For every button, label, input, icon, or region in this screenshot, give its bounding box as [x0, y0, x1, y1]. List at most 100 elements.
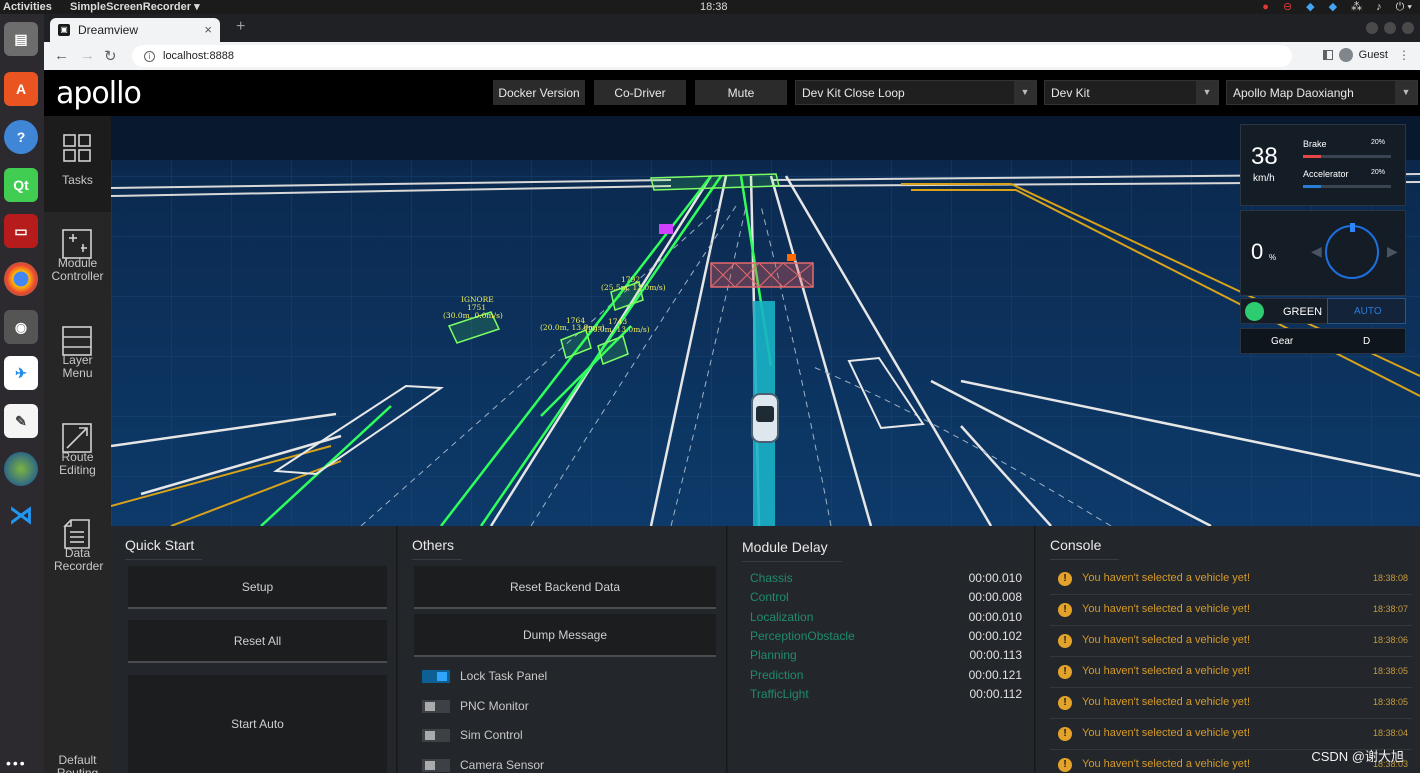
- module-delay-value: 00:00.102: [968, 629, 1022, 643]
- delay-row: PerceptionObstacle 00:00.102: [750, 629, 1022, 647]
- 3d-scene-view[interactable]: IGNORE 1751 (30.0m, 0.0m/s) 1764 (20.0m,…: [111, 116, 1420, 526]
- pnc-monitor-toggle[interactable]: PNC Monitor: [422, 696, 529, 716]
- system-top-bar: Activities SimpleScreenRecorder ▾ 18:38 …: [0, 0, 1420, 14]
- console-panel: Console ! You haven't selected a vehicle …: [1036, 526, 1420, 773]
- app-menu[interactable]: SimpleScreenRecorder ▾: [70, 0, 200, 14]
- side-menu-tasks[interactable]: Tasks: [44, 116, 111, 212]
- side-menu-label: Data Recorder: [54, 546, 104, 573]
- volume-icon[interactable]: ♪: [1376, 0, 1382, 14]
- accelerator-bar-track: [1303, 185, 1391, 188]
- qt-creator-icon[interactable]: Qt: [4, 168, 38, 202]
- reset-all-button[interactable]: Reset All: [128, 620, 387, 663]
- co-driver-button[interactable]: Co-Driver: [594, 80, 686, 105]
- profile-label: Guest: [1358, 49, 1388, 61]
- delay-row: Prediction 00:00.121: [750, 668, 1022, 686]
- warning-icon: !: [1058, 665, 1072, 679]
- side-menu-route-editing[interactable]: Route Editing: [44, 406, 111, 502]
- minimize-icon[interactable]: [1366, 22, 1378, 34]
- side-menu-default-routing[interactable]: Default Routing: [44, 728, 111, 773]
- toggle-label: Sim Control: [460, 728, 523, 742]
- power-icon[interactable]: ⏻ ▾: [1396, 0, 1412, 14]
- sim-control-toggle[interactable]: Sim Control: [422, 725, 523, 745]
- toggle-label: Lock Task Panel: [460, 669, 548, 683]
- clock[interactable]: 18:38: [700, 0, 728, 14]
- lock-task-panel-toggle[interactable]: Lock Task Panel: [422, 666, 547, 686]
- side-menu-module-controller[interactable]: Module Controller: [44, 212, 111, 308]
- browser-menu-icon[interactable]: ⋮: [1398, 48, 1410, 62]
- network-icon[interactable]: ⁂: [1351, 0, 1362, 14]
- side-menu-label: Default Routing: [56, 753, 99, 773]
- ego-vehicle: [751, 393, 779, 443]
- avatar: [1338, 48, 1353, 62]
- console-timestamp: 18:38:04: [1372, 728, 1408, 738]
- console-message-text: You haven't selected a vehicle yet!: [1082, 572, 1251, 584]
- drive-mode: AUTO: [1354, 306, 1382, 317]
- start-auto-button[interactable]: Start Auto: [128, 675, 387, 773]
- reset-backend-data-button[interactable]: Reset Backend Data: [414, 566, 716, 609]
- module-delay-value: 00:00.121: [968, 668, 1022, 682]
- accelerator-bar-fill: [1303, 185, 1321, 188]
- help-icon[interactable]: ?: [4, 120, 38, 154]
- shield-icon[interactable]: ◆: [1306, 0, 1314, 14]
- globe-icon[interactable]: [4, 452, 38, 486]
- obstacle-label: (20.0m, 13.0m/s): [585, 325, 650, 334]
- side-menu-data-recorder[interactable]: Data Recorder: [44, 502, 111, 598]
- console-message: ! You haven't selected a vehicle yet! 18:3…: [1050, 657, 1412, 688]
- forward-icon[interactable]: →: [80, 47, 95, 64]
- chrome-icon[interactable]: [4, 262, 38, 296]
- docker-version-button[interactable]: Docker Version: [493, 80, 585, 105]
- console-message-text: You haven't selected a vehicle yet!: [1082, 634, 1251, 646]
- side-menu-layer-menu[interactable]: Layer Menu: [44, 309, 111, 405]
- files-icon[interactable]: ▤: [4, 22, 38, 56]
- camera-sensor-toggle[interactable]: Camera Sensor: [422, 755, 544, 773]
- toggle-switch[interactable]: [422, 699, 450, 713]
- feishu-icon[interactable]: ✈: [4, 356, 38, 390]
- panel-title: Others: [412, 537, 463, 560]
- close-window-icon[interactable]: [1402, 22, 1414, 34]
- console-message: ! You haven't selected a vehicle yet! 18:3…: [1050, 564, 1412, 595]
- show-apps-icon[interactable]: •••: [6, 755, 27, 771]
- console-message: ! You haven't selected a vehicle yet! 18:3…: [1050, 688, 1412, 719]
- quick-start-panel: Quick Start Setup Reset All Start Auto: [111, 526, 397, 773]
- map-select[interactable]: Apollo Map Daoxiangh ▼: [1226, 80, 1418, 105]
- mute-button[interactable]: Mute: [695, 80, 787, 105]
- site-info-icon[interactable]: i: [144, 50, 155, 62]
- toggle-switch[interactable]: [422, 758, 450, 772]
- brake-percent: 20%: [1370, 139, 1385, 146]
- console-timestamp: 18:38:06: [1372, 635, 1408, 645]
- software-center-icon[interactable]: A: [4, 72, 38, 106]
- warning-icon: !: [1058, 603, 1072, 617]
- toggle-switch[interactable]: [422, 669, 450, 683]
- vscode-icon[interactable]: ⋊: [4, 498, 38, 532]
- signal-text: GREEN: [1283, 306, 1323, 318]
- reload-icon[interactable]: ↻: [104, 47, 117, 65]
- record-icon[interactable]: ●: [1262, 0, 1269, 14]
- back-icon[interactable]: ←: [54, 47, 69, 64]
- address-bar[interactable]: i localhost:8888: [132, 45, 1292, 67]
- maximize-icon[interactable]: [1384, 22, 1396, 34]
- pedestrian-marker: [659, 224, 673, 234]
- module-name: PerceptionObstacle: [750, 629, 855, 643]
- toggle-switch[interactable]: [422, 728, 450, 742]
- tab-title: Dreamview: [78, 23, 139, 37]
- close-tab-icon[interactable]: ×: [204, 22, 212, 37]
- profile-button[interactable]: Guest: [1322, 48, 1388, 62]
- text-editor-icon[interactable]: ✎: [4, 404, 38, 438]
- scene-canvas[interactable]: IGNORE 1751 (30.0m, 0.0m/s) 1764 (20.0m,…: [111, 116, 1420, 526]
- vehicle-select[interactable]: Dev Kit ▼: [1044, 80, 1219, 105]
- brake-bar-fill: [1303, 155, 1321, 158]
- reader-mode-icon[interactable]: [1322, 50, 1333, 60]
- mode-select[interactable]: Dev Kit Close Loop ▼: [795, 80, 1037, 105]
- brake-bar-track: [1303, 155, 1391, 158]
- dump-message-button[interactable]: Dump Message: [414, 614, 716, 657]
- setup-button[interactable]: Setup: [128, 566, 387, 609]
- stop-icon[interactable]: ⊖: [1283, 0, 1292, 14]
- terminal-app-icon[interactable]: ▭: [4, 214, 38, 248]
- tab-dreamview[interactable]: ▣ Dreamview ×: [50, 18, 220, 42]
- shield-icon[interactable]: ◆: [1329, 0, 1337, 14]
- panel-title: Quick Start: [125, 537, 203, 560]
- panel-title: Console: [1050, 537, 1120, 560]
- recorder-icon[interactable]: ◉: [4, 310, 38, 344]
- activities-button[interactable]: Activities: [3, 0, 52, 14]
- new-tab-button[interactable]: +: [236, 18, 245, 36]
